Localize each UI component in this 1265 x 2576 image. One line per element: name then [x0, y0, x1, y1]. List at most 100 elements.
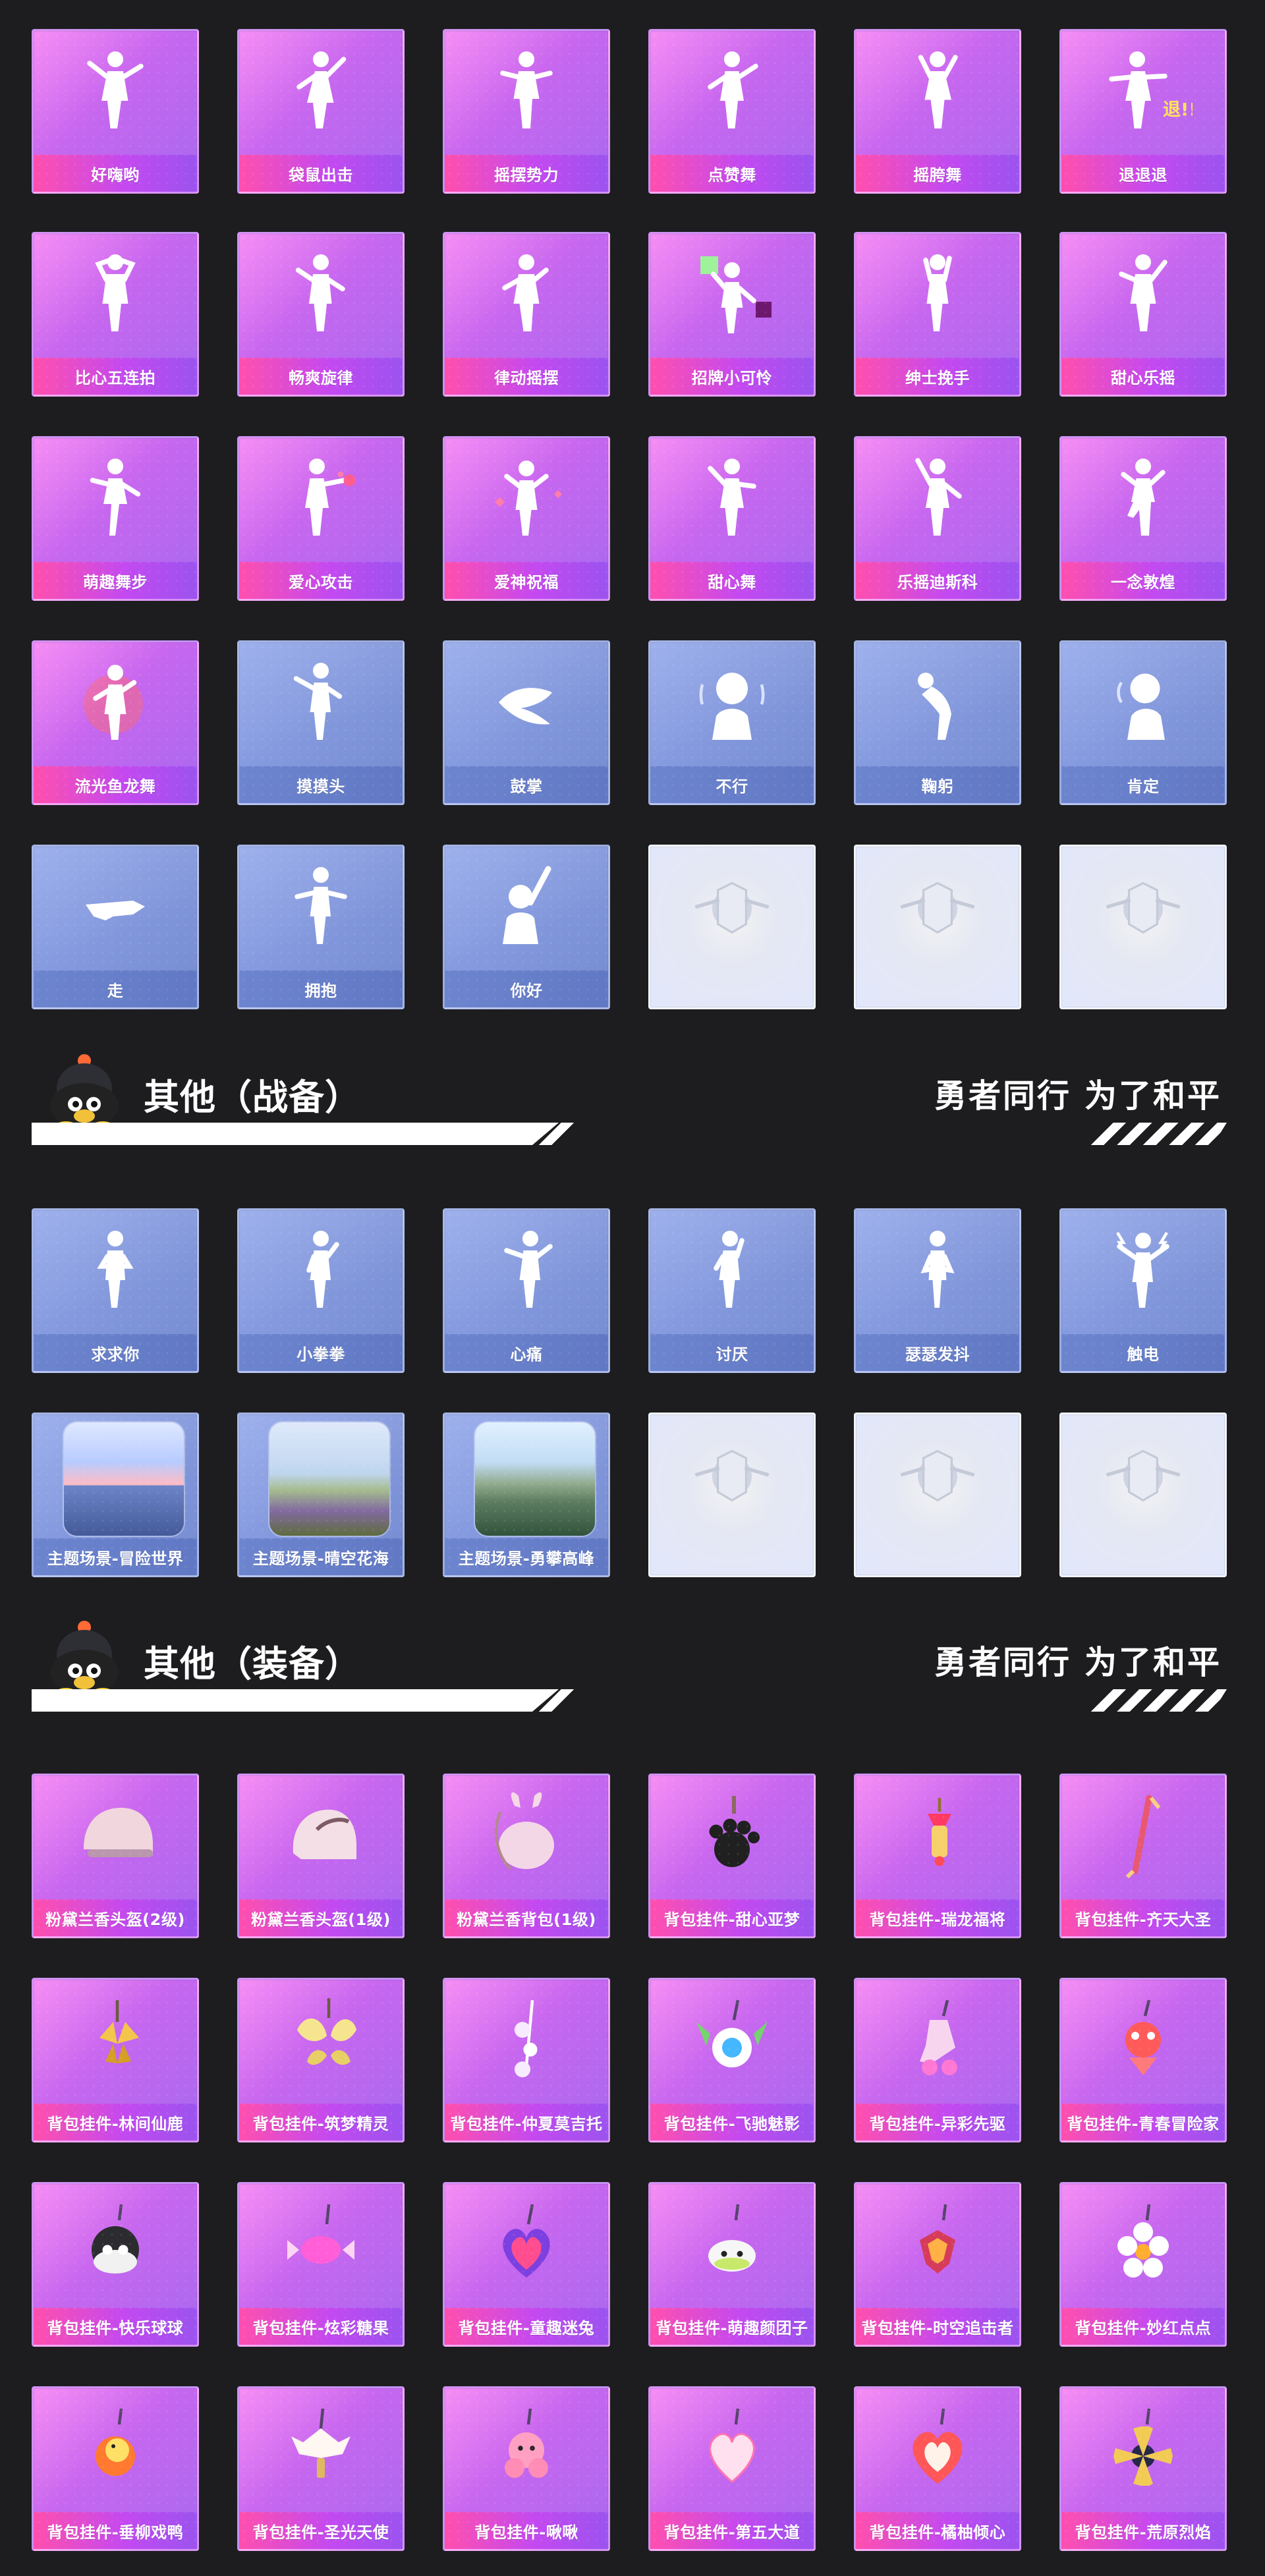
charm-icon — [445, 1980, 608, 2104]
emblem-icon — [650, 847, 814, 970]
emote-tile[interactable]: 一念敦煌 — [1059, 436, 1227, 601]
emote-tile[interactable]: 爱心攻击 — [237, 436, 405, 601]
scene-tile[interactable]: 主题场景-勇攀高峰 — [443, 1413, 610, 1577]
charm-icon — [1061, 2184, 1225, 2308]
dance-icon — [239, 234, 403, 358]
gear-tile[interactable]: 背包挂件-妙红点点 — [1059, 2182, 1227, 2347]
emote-tile[interactable]: 摇摆势力 — [443, 29, 610, 194]
gear-tile[interactable]: 背包挂件-筑梦精灵 — [237, 1978, 405, 2142]
emote-tile[interactable]: 鞠躬 — [854, 640, 1021, 805]
gear-tile[interactable]: 粉黛兰香背包(1级) — [443, 1774, 610, 1938]
emote-tile[interactable]: 畅爽旋律 — [237, 232, 405, 397]
emote-tile[interactable]: 甜心舞 — [648, 436, 816, 601]
dance-icon — [34, 234, 197, 358]
charm-icon — [856, 2388, 1019, 2512]
gear-tile[interactable]: 粉黛兰香头盔(2级) — [32, 1774, 199, 1938]
emote-label: 小拳拳 — [239, 1334, 403, 1371]
helmet-icon — [34, 1776, 197, 1899]
emote-tile[interactable]: 袋鼠出击 — [237, 29, 405, 194]
gear-tile[interactable]: 背包挂件-垂柳戏鸭 — [32, 2386, 199, 2551]
war-row-1: 求求你 小拳拳 心痛 讨厌 瑟瑟发抖 触电 — [32, 1208, 1227, 1373]
emote-tile[interactable]: 招牌小可怜 — [648, 232, 816, 397]
scene-tile[interactable]: 主题场景-晴空花海 — [237, 1413, 405, 1577]
emote-tile[interactable]: 萌趣舞步 — [32, 436, 199, 601]
emote-tile[interactable]: 求求你 — [32, 1208, 199, 1373]
dance-icon — [856, 234, 1019, 358]
emote-tile[interactable]: 瑟瑟发抖 — [854, 1208, 1021, 1373]
charm-icon — [856, 1776, 1019, 1899]
dance-icon — [239, 438, 403, 562]
gear-label: 背包挂件-快乐球球 — [34, 2308, 197, 2345]
emote-tile[interactable]: 甜心乐摇 — [1059, 232, 1227, 397]
section-title: 其他（装备） — [144, 1643, 361, 1685]
scene-ocean-icon — [64, 1422, 184, 1536]
scene-tile[interactable]: 主题场景-冒险世界 — [32, 1413, 199, 1577]
gear-tile[interactable]: 背包挂件-异彩先驱 — [854, 1978, 1021, 2142]
helmet-icon — [239, 1776, 403, 1899]
gear-tile[interactable]: 背包挂件-啾啾 — [443, 2386, 610, 2551]
emote-tile[interactable]: 心痛 — [443, 1208, 610, 1373]
scene-mountain-icon — [475, 1422, 595, 1536]
gear-tile[interactable]: 背包挂件-时空追击者 — [854, 2182, 1021, 2347]
emote-tile[interactable]: 摸摸头 — [237, 640, 405, 805]
dance-icon — [34, 31, 197, 155]
gear-tile[interactable]: 背包挂件-飞驰魅影 — [648, 1978, 816, 2142]
gear-tile[interactable]: 背包挂件-萌趣颜团子 — [648, 2182, 816, 2347]
emote-tile[interactable]: 流光鱼龙舞 — [32, 640, 199, 805]
emote-label: 瑟瑟发抖 — [856, 1334, 1019, 1371]
charm-icon — [650, 2388, 814, 2512]
dance-icon — [1061, 234, 1225, 358]
gear-tile[interactable]: 背包挂件-炫彩糖果 — [237, 2182, 405, 2347]
gear-tile[interactable]: 背包挂件-荒原烈焰 — [1059, 2386, 1227, 2551]
emote-label: 主题场景-勇攀高峰 — [445, 1538, 608, 1575]
gear-tile[interactable]: 背包挂件-林间仙鹿 — [32, 1978, 199, 2142]
gear-label: 背包挂件-异彩先驱 — [856, 2104, 1019, 2141]
gear-tile[interactable]: 背包挂件-第五大道 — [648, 2386, 816, 2551]
emote-tile[interactable]: 爱神祝福 — [443, 436, 610, 601]
section-war-header: 其他（战备） 勇者同行 为了和平 — [32, 1049, 1227, 1161]
emote-row-4: 流光鱼龙舞 摸摸头 鼓掌 不行 鞠躬 肯定 — [32, 640, 1227, 805]
section-title: 其他（战备） — [144, 1077, 361, 1118]
gear-tile[interactable]: 背包挂件-橘柚倾心 — [854, 2386, 1021, 2551]
emote-tile[interactable]: 讨厌 — [648, 1208, 816, 1373]
dance-icon: 退!! — [1061, 31, 1225, 155]
charm-icon — [239, 1980, 403, 2104]
emote-tile[interactable]: 点赞舞 — [648, 29, 816, 194]
dragon-dance-icon — [34, 642, 197, 766]
emote-tile[interactable]: 鼓掌 — [443, 640, 610, 805]
gear-tile[interactable]: 背包挂件-齐天大圣 — [1059, 1774, 1227, 1938]
gear-tile[interactable]: 背包挂件-瑞龙福将 — [854, 1774, 1021, 1938]
dance-icon — [650, 31, 814, 155]
bow-icon — [856, 642, 1019, 766]
emote-tile[interactable]: 比心五连拍 — [32, 232, 199, 397]
emote-tile[interactable]: 绅士挽手 — [854, 232, 1021, 397]
dance-icon — [650, 438, 814, 562]
gear-tile[interactable]: 粉黛兰香头盔(1级) — [237, 1774, 405, 1938]
emote-tile[interactable]: 退!! 退退退 — [1059, 29, 1227, 194]
emote-tile[interactable]: 好嗨哟 — [32, 29, 199, 194]
gear-tile[interactable]: 背包挂件-快乐球球 — [32, 2182, 199, 2347]
emote-tile[interactable]: 小拳拳 — [237, 1208, 405, 1373]
gear-tile[interactable]: 背包挂件-甜心亚梦 — [648, 1774, 816, 1938]
emote-tile[interactable]: 摇胯舞 — [854, 29, 1021, 194]
section-slogan: 勇者同行 为了和平 — [934, 1077, 1222, 1115]
gear-tile[interactable]: 背包挂件-仲夏莫吉托 — [443, 1978, 610, 2142]
gear-label: 粉黛兰香头盔(1级) — [239, 1899, 403, 1936]
gear-tile[interactable]: 背包挂件-圣光天使 — [237, 2386, 405, 2551]
gear-tile[interactable]: 背包挂件-青春冒险家 — [1059, 1978, 1227, 2142]
emblem-icon — [1061, 847, 1225, 970]
gear-label: 粉黛兰香头盔(2级) — [34, 1899, 197, 1936]
emote-tile[interactable]: 拥抱 — [237, 845, 405, 1009]
beg-icon — [34, 1210, 197, 1334]
emote-tile[interactable]: 你好 — [443, 845, 610, 1009]
emote-label: 鞠躬 — [856, 766, 1019, 803]
emote-tile[interactable]: 乐摇迪斯科 — [854, 436, 1021, 601]
emote-tile[interactable]: 走 — [32, 845, 199, 1009]
gear-tile[interactable]: 背包挂件-童趣迷兔 — [443, 2182, 610, 2347]
emote-tile[interactable]: 不行 — [648, 640, 816, 805]
gear-label: 背包挂件-瑞龙福将 — [856, 1899, 1019, 1936]
emote-tile[interactable]: 肯定 — [1059, 640, 1227, 805]
emote-tile[interactable]: 触电 — [1059, 1208, 1227, 1373]
emote-tile[interactable]: 律动摇摆 — [443, 232, 610, 397]
placeholder-tile — [1059, 845, 1227, 1009]
